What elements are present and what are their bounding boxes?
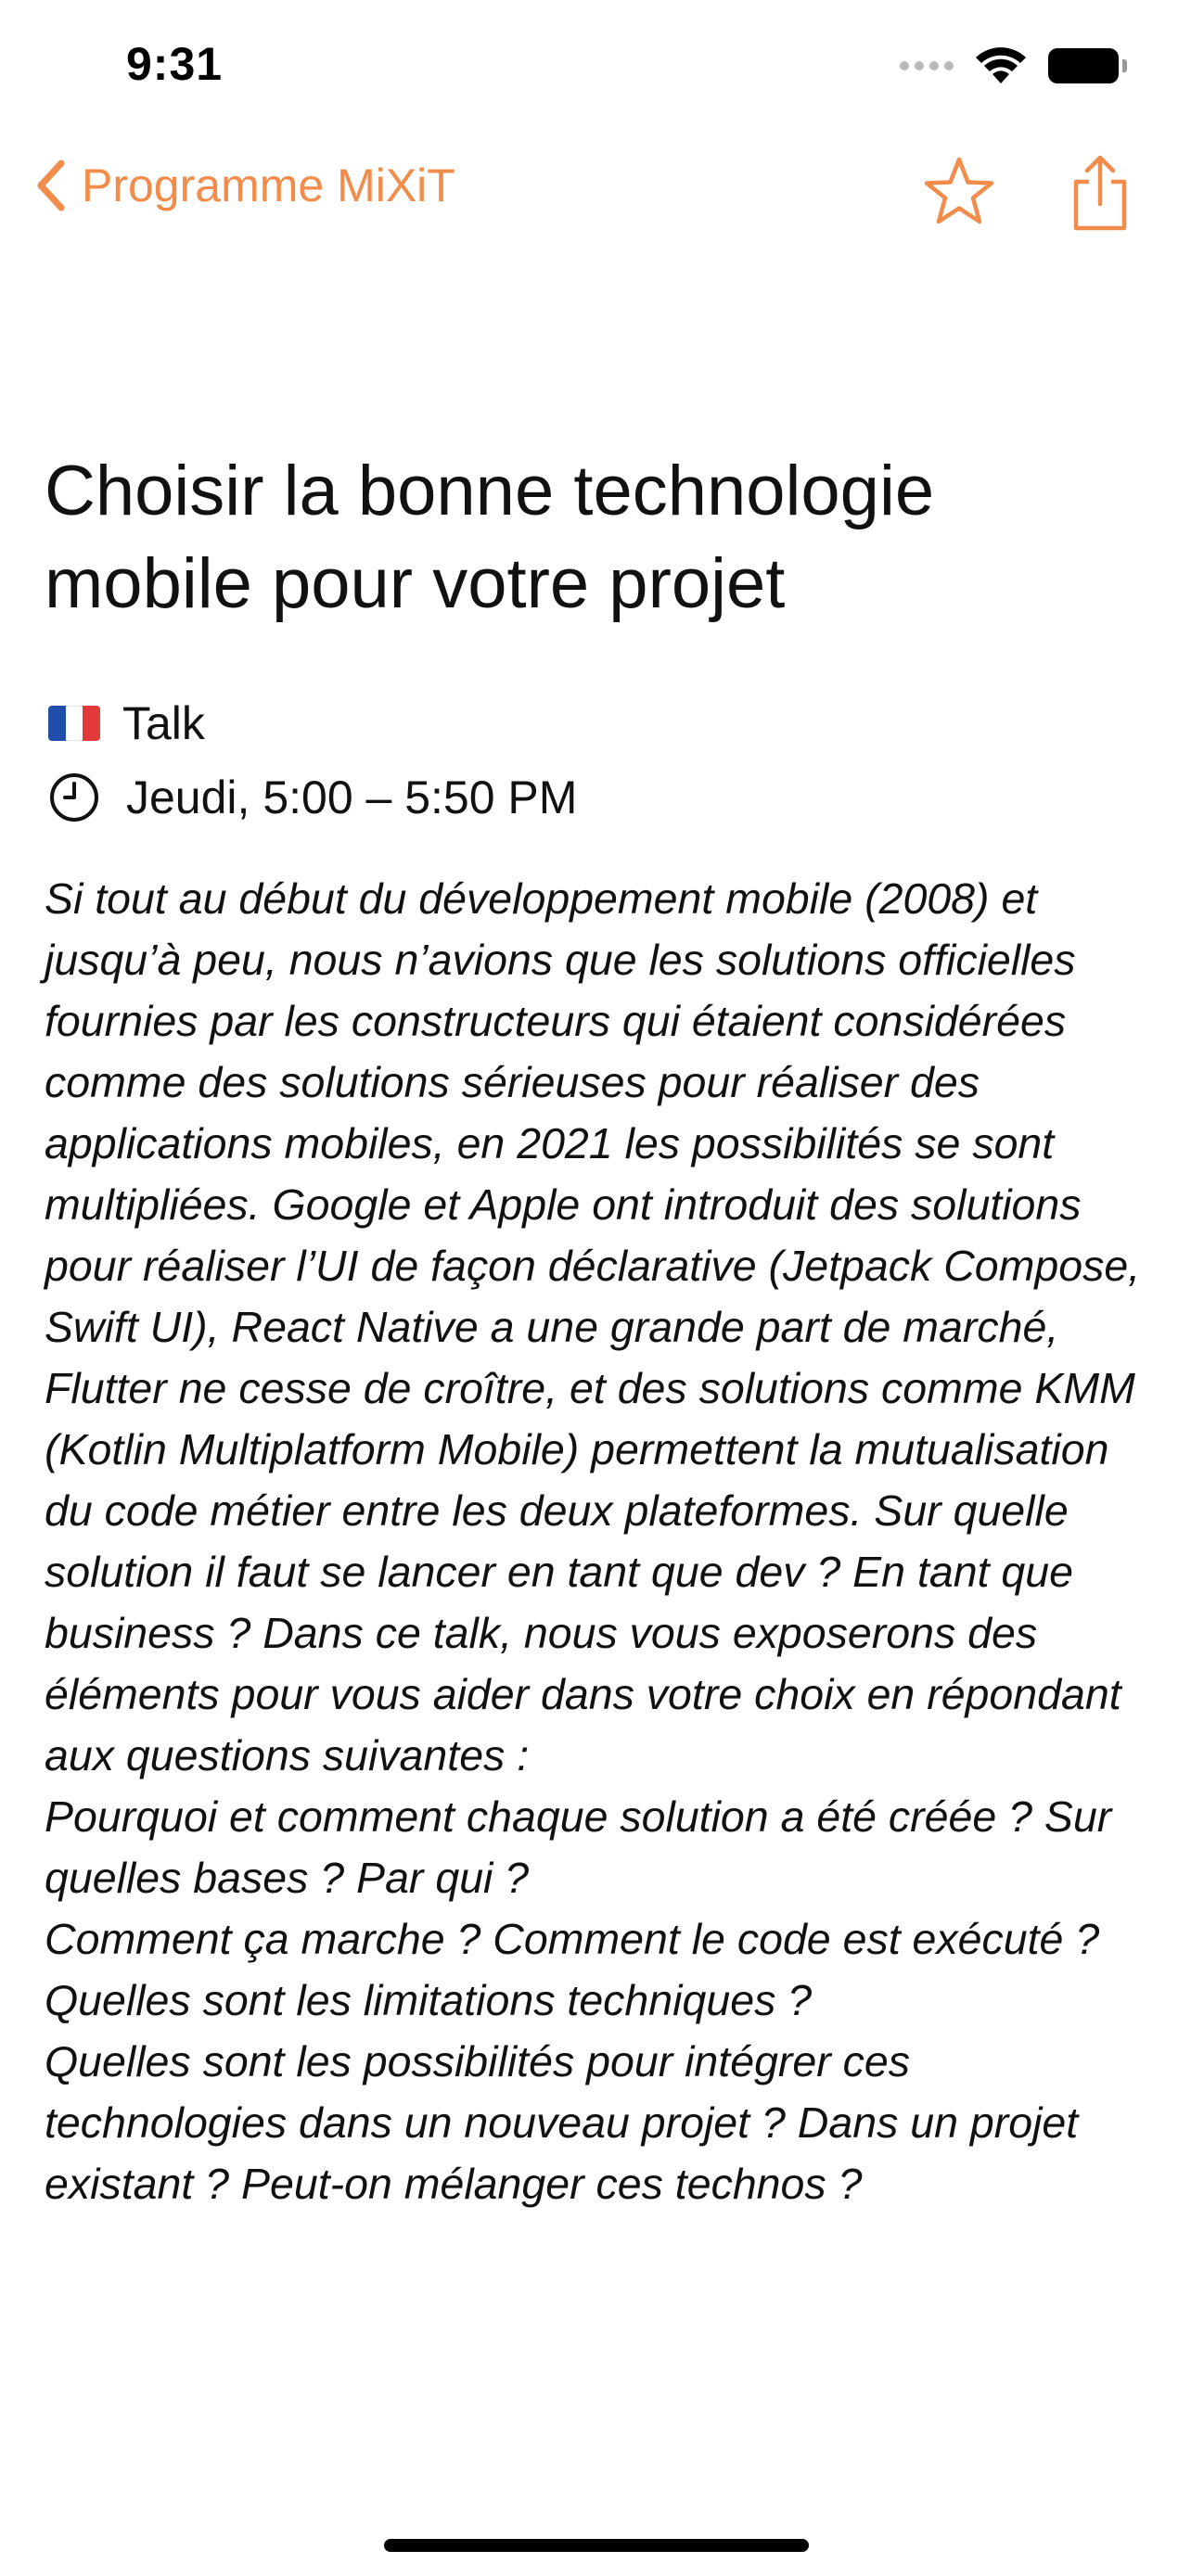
back-button-label: Programme MiXiT bbox=[82, 159, 455, 211]
talk-format-row: Talk bbox=[45, 686, 1154, 760]
favorite-button[interactable] bbox=[922, 154, 996, 233]
share-icon bbox=[1073, 155, 1127, 231]
talk-schedule: Jeudi, 5:00 – 5:50 PM bbox=[126, 772, 578, 823]
status-time: 9:31 bbox=[126, 38, 224, 90]
talk-format: Talk bbox=[122, 697, 205, 749]
france-flag-icon bbox=[48, 706, 100, 741]
navigation-bar: Programme MiXiT bbox=[0, 139, 1191, 250]
star-icon bbox=[924, 157, 994, 224]
clock-icon bbox=[50, 773, 98, 822]
cellular-signal-icon bbox=[900, 61, 954, 70]
talk-detail: Choisir la bonne technologie mobile pour… bbox=[45, 445, 1154, 2214]
status-indicators bbox=[900, 46, 1127, 85]
back-button[interactable]: Programme MiXiT bbox=[33, 158, 455, 213]
talk-description: Si tout au début du développement mobile… bbox=[45, 874, 1141, 2208]
status-bar: 9:31 bbox=[0, 0, 1191, 130]
talk-schedule-row: Jeudi, 5:00 – 5:50 PM bbox=[45, 760, 1154, 835]
talk-title: Choisir la bonne technologie mobile pour… bbox=[45, 452, 935, 623]
wifi-icon bbox=[976, 47, 1026, 83]
battery-icon bbox=[1048, 48, 1127, 83]
home-indicator[interactable] bbox=[384, 2539, 809, 2552]
chevron-left-icon bbox=[37, 159, 65, 211]
share-button[interactable] bbox=[1067, 154, 1133, 236]
